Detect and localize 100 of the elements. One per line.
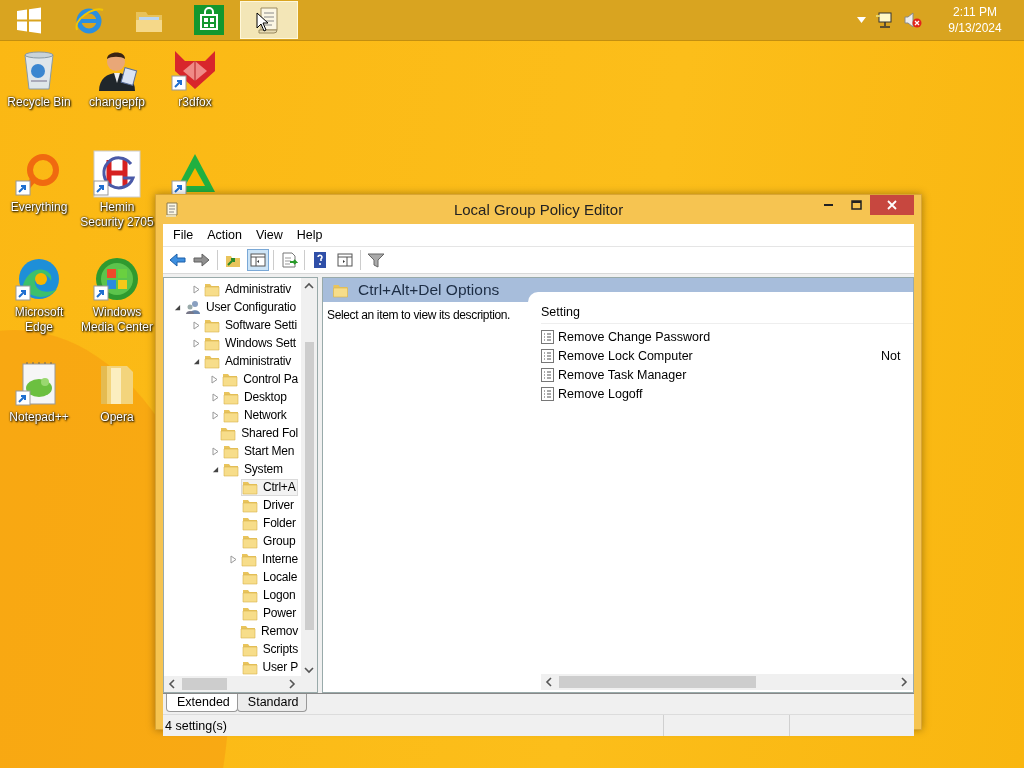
chevron-left-icon[interactable]	[168, 679, 178, 689]
pane-title: Ctrl+Alt+Del Options	[358, 281, 500, 299]
menu-item[interactable]: Help	[289, 228, 330, 242]
tree-item[interactable]: Scripts	[240, 640, 301, 658]
expanded-triangle-icon[interactable]	[192, 357, 200, 365]
folder-icon	[241, 641, 258, 657]
tree-item[interactable]: Administrativ	[203, 352, 295, 370]
horizontal-scrollbar[interactable]	[164, 676, 301, 692]
menu-item[interactable]: Action	[200, 228, 249, 242]
setting-name[interactable]: Remove Task Manager	[558, 367, 687, 382]
tree-item[interactable]: Desktop	[222, 388, 290, 406]
filter-icon	[367, 251, 385, 269]
tree-item[interactable]: Start Men	[222, 442, 298, 460]
tree-item[interactable]: Administrativ	[203, 280, 295, 298]
mouse-pointer-icon	[256, 12, 268, 32]
collapsed-triangle-icon[interactable]	[211, 392, 219, 402]
view-tab[interactable]: Extended	[166, 694, 238, 712]
folder-icon	[223, 461, 239, 477]
window-title: Local Group Policy Editor	[452, 201, 625, 218]
close-icon	[887, 200, 897, 210]
icon-label: Recycle Bin	[7, 95, 71, 110]
store-bag-icon	[193, 4, 225, 36]
policy-setting-icon	[541, 367, 554, 382]
tree-item[interactable]: Interne	[240, 550, 301, 568]
folder-icon	[204, 335, 220, 351]
menu-item[interactable]: File	[166, 228, 201, 242]
toolbar-button[interactable]	[247, 249, 269, 271]
chevron-right-icon[interactable]	[899, 677, 909, 687]
network-icon[interactable]	[876, 11, 894, 29]
users-icon	[185, 299, 201, 315]
expanded-triangle-icon[interactable]	[173, 303, 181, 311]
folder-icon	[242, 497, 258, 513]
tree-item[interactable]: Ctrl+A	[241, 478, 299, 496]
icon-label: Hemin Security 2705	[79, 200, 155, 230]
folder-icon	[242, 533, 258, 549]
setting-name[interactable]: Remove Change Password	[558, 329, 711, 344]
forward-arrow-icon	[193, 251, 211, 269]
description-text: Select an item to view its description.	[327, 308, 511, 322]
taskbar-button[interactable]	[240, 1, 298, 39]
folder-icon	[332, 282, 349, 298]
action-pane-icon	[336, 251, 354, 269]
vertical-scrollbar[interactable]	[301, 278, 317, 676]
export-list-icon	[280, 251, 298, 269]
console-tree-icon	[249, 251, 267, 269]
tree-item[interactable]: Locale	[241, 568, 301, 586]
collapsed-triangle-icon[interactable]	[192, 338, 200, 348]
icon-label: Windows Media Center	[79, 305, 154, 335]
tree-item[interactable]: Folder	[241, 514, 299, 532]
muted-speaker-icon[interactable]	[904, 12, 922, 28]
folder-icon	[204, 281, 220, 297]
tree-item[interactable]: Power	[241, 604, 299, 622]
folder-icon	[242, 587, 258, 603]
setting-name[interactable]: Remove Lock Computer	[558, 348, 693, 363]
chevron-left-icon[interactable]	[545, 677, 555, 687]
expanded-triangle-icon[interactable]	[211, 465, 219, 473]
chevron-up-icon[interactable]	[304, 282, 314, 290]
folder-icon	[242, 569, 258, 585]
maximize-icon	[850, 200, 862, 210]
folder-icon	[242, 479, 258, 495]
tree-item[interactable]: Group	[241, 532, 299, 550]
folder-icon	[223, 443, 239, 459]
folder-icon	[241, 551, 258, 567]
icon-label: changepfp	[88, 95, 146, 110]
tree-item[interactable]: User Configuratio	[184, 298, 299, 316]
icon-label: Everything	[10, 200, 68, 215]
icon-label: r3dfox	[178, 95, 212, 110]
tree-item[interactable]: Control Pa	[221, 370, 301, 388]
setting-name[interactable]: Remove Logoff	[558, 386, 643, 401]
tree-item[interactable]: Shared Fol	[219, 424, 301, 442]
folder-icon	[223, 407, 239, 423]
collapsed-triangle-icon[interactable]	[230, 554, 237, 564]
column-header[interactable]: Setting	[541, 305, 580, 319]
folder-icon	[241, 659, 258, 675]
tree-item[interactable]: Remov	[239, 622, 301, 640]
tree-item[interactable]: User P	[240, 658, 301, 676]
collapsed-triangle-icon[interactable]	[211, 374, 219, 384]
tree-item[interactable]: Windows Sett	[203, 334, 299, 352]
close-button[interactable]	[870, 195, 914, 215]
menu-item[interactable]: View	[248, 228, 290, 242]
chevron-down-icon[interactable]	[304, 666, 314, 674]
view-tab[interactable]: Standard	[236, 694, 307, 712]
folder-icon	[204, 353, 220, 369]
folder-icon	[220, 425, 237, 441]
tree-item[interactable]: Logon	[241, 586, 299, 604]
horizontal-scrollbar[interactable]	[541, 674, 913, 690]
collapsed-triangle-icon[interactable]	[192, 320, 200, 330]
collapsed-triangle-icon[interactable]	[211, 410, 219, 420]
tree-item[interactable]: System	[222, 460, 286, 478]
collapsed-triangle-icon[interactable]	[192, 284, 200, 294]
policy-setting-icon	[541, 348, 554, 363]
icon-label: Microsoft Edge	[13, 305, 65, 335]
back-arrow-icon	[168, 251, 186, 269]
folder-icon	[223, 389, 239, 405]
collapsed-triangle-icon[interactable]	[211, 446, 219, 456]
tree-item[interactable]: Software Setti	[203, 316, 300, 334]
tree-item[interactable]: Driver	[241, 496, 297, 514]
tree-item[interactable]: Network	[222, 406, 290, 424]
chevron-right-icon[interactable]	[287, 679, 297, 689]
media-orb-icon[interactable]	[93, 255, 141, 303]
icon-label: Opera	[100, 410, 134, 425]
